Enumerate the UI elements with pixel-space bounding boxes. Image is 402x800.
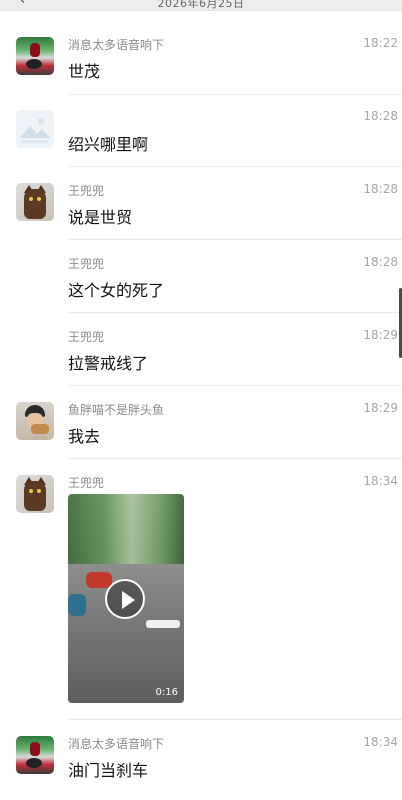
sender-name: 王兜兜 — [68, 257, 105, 271]
avatar[interactable] — [16, 402, 54, 440]
video-duration: 0:16 — [155, 687, 178, 698]
list-item[interactable]: 王兜兜 18:29 拉警戒线了 — [0, 313, 402, 386]
message-text: 绍兴哪里啊 — [68, 135, 149, 154]
avatar[interactable] — [16, 475, 54, 513]
list-item[interactable]: 王兜兜 18:28 这个女的死了 — [0, 240, 402, 313]
list-item[interactable]: 消息太多语音响下 18:34 油门当刹车 — [0, 720, 402, 800]
message-time: 18:28 — [363, 255, 398, 269]
sender-name: 王兜兜 — [68, 476, 105, 490]
list-item[interactable]: 王兜兜 18:34 — [0, 459, 402, 720]
date-header: ‹ 2026年6月25日 — [0, 0, 402, 11]
message-text: 油门当刹车 — [68, 761, 149, 780]
date-label: 2026年6月25日 — [157, 0, 245, 10]
list-item[interactable]: 鱼胖喵不是胖头鱼 18:29 我去 — [0, 386, 402, 459]
avatar[interactable] — [16, 736, 54, 774]
sender-name: 消息太多语音响下 — [68, 38, 165, 52]
message-time: 18:29 — [363, 401, 398, 415]
play-icon[interactable] — [105, 579, 145, 619]
message-text: 拉警戒线了 — [68, 354, 149, 373]
message-text: 我去 — [68, 427, 101, 446]
video-thumbnail[interactable]: 0:16 — [68, 494, 184, 703]
message-time: 18:28 — [363, 182, 398, 196]
avatar[interactable] — [16, 183, 54, 221]
list-item[interactable]: 18:28 绍兴哪里啊 — [0, 95, 402, 167]
sender-name: 消息太多语音响下 — [68, 737, 165, 751]
message-time: 18:34 — [363, 735, 398, 749]
message-text: 这个女的死了 — [68, 281, 165, 300]
avatar[interactable] — [16, 37, 54, 75]
sender-name: 王兜兜 — [68, 184, 105, 198]
list-item[interactable]: 消息太多语音响下 18:22 世茂 — [0, 28, 402, 96]
message-text: 世茂 — [68, 62, 101, 81]
message-time: 18:34 — [363, 474, 398, 488]
image-placeholder-icon[interactable] — [16, 110, 54, 148]
sender-name: 鱼胖喵不是胖头鱼 — [68, 403, 165, 417]
list-item[interactable]: 王兜兜 18:28 说是世贸 — [0, 167, 402, 240]
message-time: 18:22 — [363, 36, 398, 50]
sender-name: 王兜兜 — [68, 330, 105, 344]
message-time: 18:29 — [363, 328, 398, 342]
message-text: 说是世贸 — [68, 208, 133, 227]
message-time: 18:28 — [363, 109, 398, 123]
